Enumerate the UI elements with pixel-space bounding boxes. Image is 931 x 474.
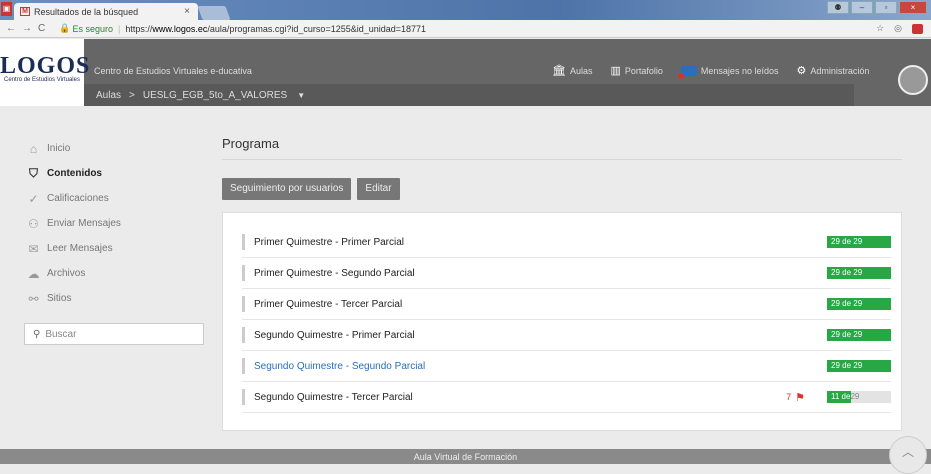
sidebar: ⌂ Inicio ⛉ Contenidos ✓ Calificaciones ⚇ Env… bbox=[24, 136, 204, 345]
sidebar-item-contenidos[interactable]: ⛉ Contenidos bbox=[24, 161, 204, 186]
portfolio-icon: ▥ bbox=[610, 65, 621, 77]
search-icon: ⚲ bbox=[33, 328, 41, 340]
item-label[interactable]: Primer Quimestre - Primer Parcial bbox=[254, 237, 404, 248]
check-circle-icon: ✓ bbox=[28, 191, 39, 206]
list-item[interactable]: Segundo Quimestre - Primer Parcial 29 de… bbox=[242, 320, 891, 351]
browser-tab[interactable]: M Resultados de la búsqued × bbox=[14, 3, 198, 20]
users-icon: ⚇ bbox=[28, 216, 39, 231]
gmail-icon: M bbox=[20, 7, 30, 16]
institution-icon: 🏛 bbox=[552, 65, 566, 77]
extension-icon[interactable] bbox=[912, 23, 923, 34]
flag-icon: ⚑ bbox=[795, 391, 805, 404]
progress-bar: 29 de 29 bbox=[827, 236, 891, 248]
app-header: LOGOS Centro de Estudios Virtuales Centr… bbox=[0, 39, 931, 106]
app-icon: ▣ bbox=[1, 2, 12, 16]
new-tab-button[interactable] bbox=[197, 6, 231, 20]
progress-bar: 29 de 29 bbox=[827, 360, 891, 372]
list-item[interactable]: Primer Quimestre - Tercer Parcial 29 de … bbox=[242, 289, 891, 320]
maximize-icon[interactable]: ▫ bbox=[875, 1, 897, 14]
program-list: Primer Quimestre - Primer Parcial 29 de … bbox=[222, 212, 902, 431]
nav-aulas[interactable]: 🏛 Aulas bbox=[552, 64, 592, 77]
progress-bar: 29 de 29 bbox=[827, 329, 891, 341]
user-icon[interactable]: ⚉ bbox=[827, 1, 849, 14]
progress-bar: 29 de 29 bbox=[827, 267, 891, 279]
chevron-up-icon: ︿ bbox=[901, 445, 914, 459]
editar-button[interactable]: Editar bbox=[357, 178, 400, 200]
sidebar-item-leer-mensajes[interactable]: ✉ Leer Mensajes bbox=[24, 236, 204, 261]
list-item[interactable]: Primer Quimestre - Segundo Parcial 29 de… bbox=[242, 258, 891, 289]
tab-title: Resultados de la búsqued bbox=[34, 6, 139, 17]
item-label[interactable]: Primer Quimestre - Tercer Parcial bbox=[254, 299, 402, 310]
back-forward-reload[interactable]: ←→C bbox=[6, 23, 51, 34]
nav-mensajes[interactable]: Mensajes no leídos bbox=[677, 65, 778, 79]
gear-icon: ⚙ bbox=[796, 65, 807, 77]
progress-bar: 11 de29 bbox=[827, 391, 891, 403]
secure-label: Es seguro bbox=[72, 23, 113, 34]
envelope-icon: ✉ bbox=[28, 241, 39, 256]
seguimiento-button[interactable]: Seguimiento por usuarios bbox=[222, 178, 352, 200]
close-window-icon[interactable]: × bbox=[899, 1, 927, 14]
browser-titlebar: ▣ M Resultados de la búsqued × ⚉ – ▫ × bbox=[0, 0, 931, 20]
search-input[interactable]: ⚲ Buscar bbox=[24, 323, 204, 345]
sidebar-item-inicio[interactable]: ⌂ Inicio bbox=[24, 136, 204, 161]
home-icon: ⌂ bbox=[29, 141, 38, 156]
address-bar: ←→C 🔒 Es seguro | https://www.logos.ec/a… bbox=[0, 20, 931, 38]
top-navigation: 🏛 Aulas ▥ Portafolio Mensajes no leídos ⚙ A… bbox=[552, 64, 887, 79]
lock-icon: 🔒 bbox=[59, 23, 71, 33]
main-content: Programa Seguimiento por usuarios Editar… bbox=[222, 136, 902, 431]
opera-icon[interactable]: ◎ bbox=[894, 23, 902, 34]
cloud-icon: ☁ bbox=[27, 266, 40, 281]
logo[interactable]: LOGOS Centro de Estudios Virtuales bbox=[0, 39, 89, 106]
sidebar-item-archivos[interactable]: ☁ Archivos bbox=[24, 261, 204, 286]
sidebar-item-sitios[interactable]: ⚯ Sitios bbox=[24, 286, 204, 311]
address-separator: | bbox=[117, 23, 121, 34]
unread-mail-icon bbox=[677, 65, 697, 79]
graduation-cap-icon: ⛉ bbox=[28, 166, 38, 180]
chevron-down-icon[interactable]: ▼ bbox=[297, 91, 305, 100]
list-item[interactable]: Primer Quimestre - Primer Parcial 29 de … bbox=[242, 227, 891, 258]
sidebar-item-enviar-mensajes[interactable]: ⚇ Enviar Mensajes bbox=[24, 211, 204, 236]
list-item[interactable]: Segundo Quimestre - Segundo Parcial 29 d… bbox=[242, 351, 891, 382]
close-tab-icon[interactable]: × bbox=[184, 6, 190, 17]
avatar[interactable] bbox=[898, 65, 928, 95]
item-label[interactable]: Segundo Quimestre - Tercer Parcial bbox=[254, 392, 413, 403]
flag-count[interactable]: 7 ⚑ bbox=[786, 391, 805, 404]
page-title: Programa bbox=[222, 136, 902, 160]
window-controls: ⚉ – ▫ × bbox=[827, 1, 927, 14]
footer: Aula Virtual de Formación bbox=[0, 449, 931, 464]
item-label[interactable]: Primer Quimestre - Segundo Parcial bbox=[254, 268, 415, 279]
item-label[interactable]: Segundo Quimestre - Primer Parcial bbox=[254, 330, 415, 341]
breadcrumb: Aulas > UESLG_EGB_5to_A_VALORES ▼ bbox=[84, 84, 854, 106]
star-icon[interactable]: ☆ bbox=[876, 23, 884, 34]
minimize-icon[interactable]: – bbox=[851, 1, 873, 14]
scroll-top-button[interactable]: ︿ bbox=[889, 436, 927, 474]
breadcrumb-aulas[interactable]: Aulas bbox=[96, 90, 121, 101]
list-item[interactable]: Segundo Quimestre - Tercer Parcial 7 ⚑ 11… bbox=[242, 382, 891, 413]
site-title: Centro de Estudios Virtuales e-ducativa bbox=[94, 66, 252, 76]
nav-portafolio[interactable]: ▥ Portafolio bbox=[610, 64, 662, 77]
progress-bar: 29 de 29 bbox=[827, 298, 891, 310]
link-icon: ⚯ bbox=[28, 291, 39, 306]
nav-administracion[interactable]: ⚙ Administración bbox=[796, 64, 869, 77]
breadcrumb-course[interactable]: UESLG_EGB_5to_A_VALORES bbox=[143, 90, 287, 101]
item-label[interactable]: Segundo Quimestre - Segundo Parcial bbox=[254, 361, 425, 372]
url-field[interactable]: https://www.logos.ec/aula/programas.cgi?… bbox=[125, 24, 426, 34]
sidebar-item-calificaciones[interactable]: ✓ Calificaciones bbox=[24, 186, 204, 211]
